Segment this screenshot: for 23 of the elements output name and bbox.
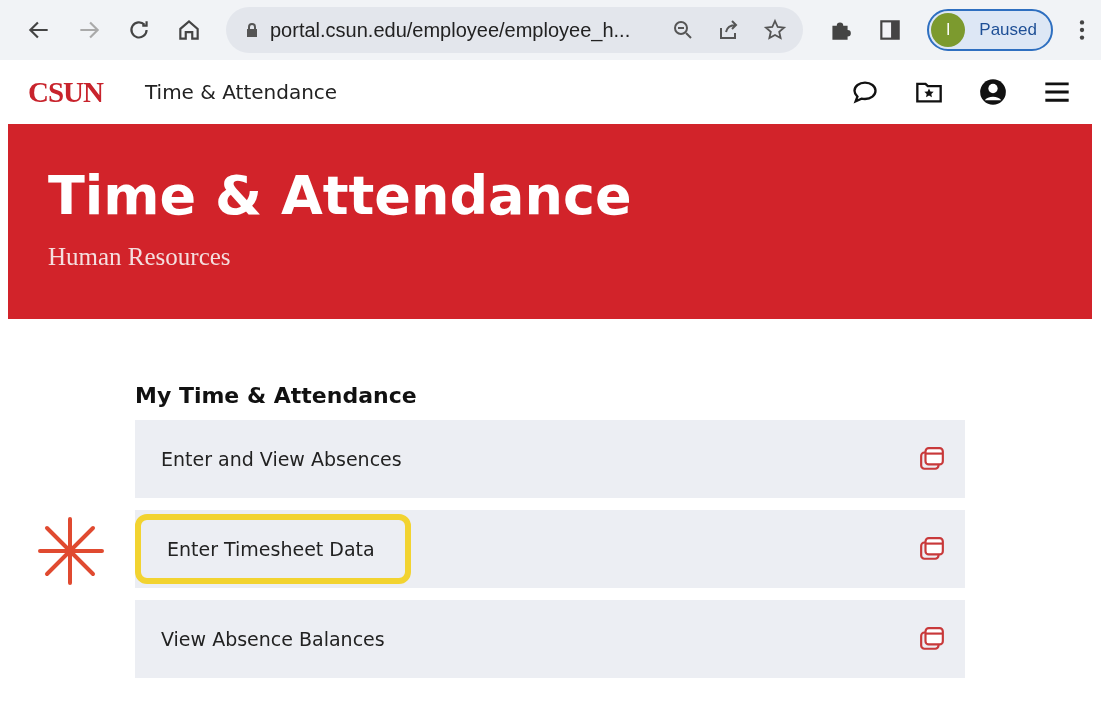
banner-subtitle: Human Resources bbox=[48, 242, 232, 271]
banner-title: Time & Attendance bbox=[48, 164, 633, 229]
lock-icon[interactable] bbox=[246, 23, 258, 37]
link-label: View Absence Balances bbox=[161, 628, 386, 650]
logo[interactable]: CSUN bbox=[28, 75, 103, 109]
site-title: Time & Attendance bbox=[144, 80, 338, 104]
account-icon[interactable] bbox=[979, 78, 1007, 106]
new-window-icon bbox=[919, 536, 945, 562]
link-label: Enter Timesheet Data bbox=[135, 514, 411, 584]
link-label: Enter and View Absences bbox=[161, 448, 403, 470]
star-icon[interactable] bbox=[763, 18, 788, 42]
link-item[interactable]: View Absence Balances bbox=[135, 600, 965, 678]
profile-button[interactable]: I Paused bbox=[927, 9, 1053, 51]
section-heading: My Time & Attendance bbox=[135, 383, 418, 408]
more-icon[interactable] bbox=[1077, 17, 1087, 43]
new-window-icon bbox=[919, 626, 945, 652]
new-window-icon bbox=[919, 446, 945, 472]
home-icon[interactable] bbox=[176, 17, 202, 43]
profile-avatar: I bbox=[931, 13, 966, 47]
url-text: portal.csun.edu/employee/employee_h... bbox=[270, 18, 632, 42]
address-bar[interactable]: portal.csun.edu/employee/employee_h... bbox=[226, 7, 804, 53]
link-item[interactable]: Enter Timesheet Data bbox=[135, 510, 965, 588]
link-item[interactable]: Enter and View Absences bbox=[135, 420, 965, 498]
